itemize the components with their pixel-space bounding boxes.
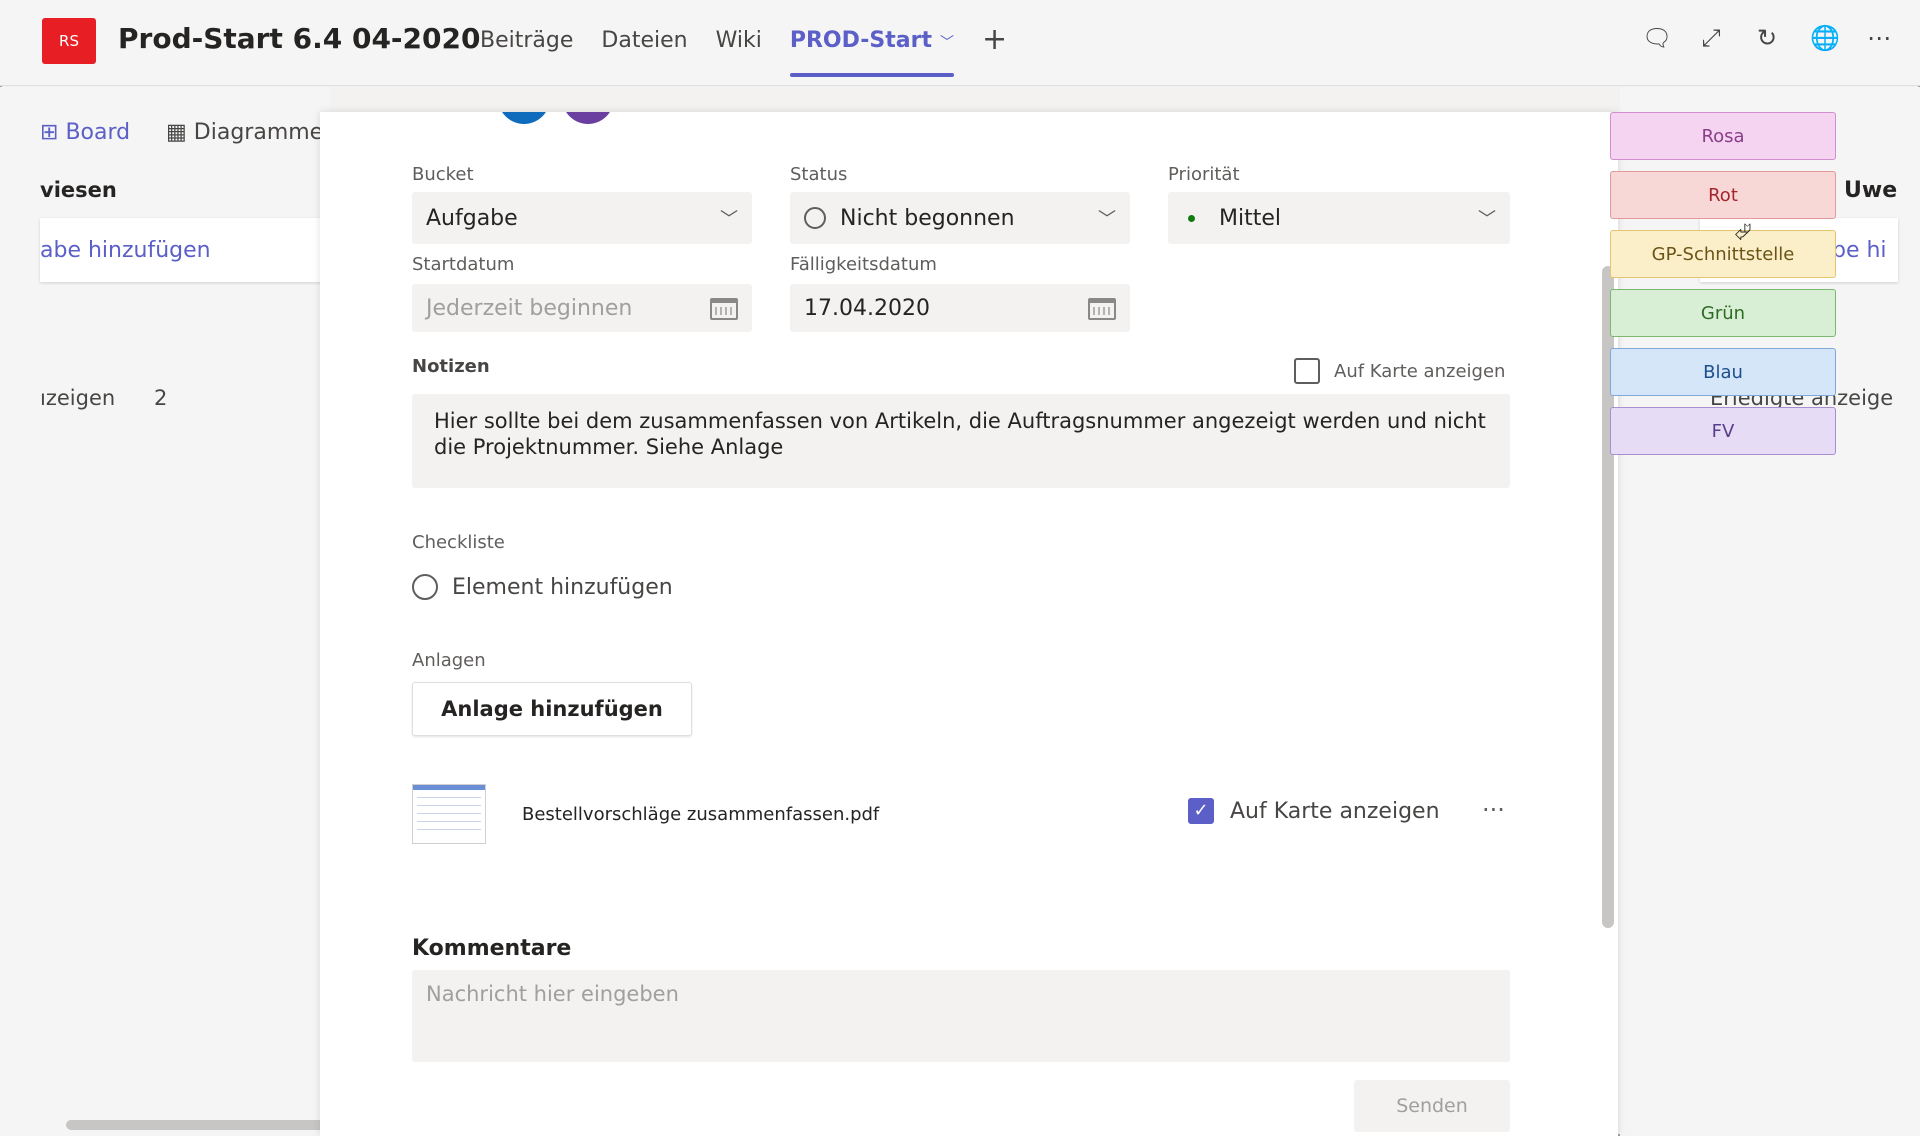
chart-icon: ▦ [166, 120, 187, 145]
attachments-label: Anlagen [412, 650, 486, 671]
attachment-name[interactable]: Bestellvorschläge zusammenfassen.pdf [522, 804, 879, 825]
add-task-label: abe hinzufügen [40, 238, 211, 263]
expand-icon[interactable]: ⤢ [1698, 24, 1724, 52]
more-icon[interactable]: ⋯ [1866, 24, 1892, 52]
status-select[interactable]: Nicht begonnen ﹀ [790, 192, 1130, 244]
label-gruen-text: Grün [1700, 302, 1746, 324]
status-label: Status [790, 164, 848, 185]
board-icon: ⊞ [40, 120, 59, 145]
task-detail-panel: Bucket Aufgabe ﹀ Status Nicht begonnen ﹀… [320, 112, 1618, 1136]
label-rosa-text: Rosa [1701, 125, 1745, 147]
status-circle-icon [804, 207, 826, 229]
start-date-label: Startdatum [412, 254, 515, 275]
diagram-view-label: Diagramme [193, 120, 324, 145]
attachment-thumbnail[interactable] [412, 784, 486, 844]
completed-count: 2 [154, 386, 168, 410]
priority-dot-icon [1188, 214, 1195, 222]
priority-select[interactable]: Mittel ﹀ [1168, 192, 1510, 244]
tab-dateien[interactable]: Dateien [601, 28, 687, 77]
horizontal-scrollbar[interactable] [66, 1120, 336, 1130]
refresh-icon[interactable]: ↻ [1754, 24, 1780, 52]
bucket-label: Bucket [412, 164, 474, 185]
attachment-show-on-card-label: Auf Karte anzeigen [1230, 798, 1440, 824]
label-rot[interactable]: Rot [1610, 171, 1836, 219]
channel-tabs: Beiträge Dateien Wiki PROD-Start ﹀ + [480, 22, 1007, 77]
add-task-card[interactable]: abe hinzufügen [40, 218, 340, 282]
label-rot-text: Rot [1708, 184, 1738, 206]
right-add-task-label: be hi [1832, 238, 1887, 263]
add-tab-button[interactable]: + [982, 22, 1007, 77]
comment-input[interactable]: Nachricht hier eingeben [412, 970, 1510, 1062]
tab-prod-start-label: PROD-Start [789, 28, 932, 53]
bucket-value: Aufgabe [426, 205, 518, 231]
checklist-add-item[interactable]: Element hinzufügen [412, 574, 673, 600]
calendar-icon[interactable] [1088, 298, 1116, 320]
send-button[interactable]: Senden [1354, 1080, 1510, 1132]
label-gruen[interactable]: Grün [1610, 289, 1836, 337]
top-bar: RS Prod-Start 6.4 04-2020 Beiträge Datei… [0, 0, 1920, 86]
notes-show-on-card[interactable]: Auf Karte anzeigen [1294, 358, 1505, 384]
attachment-show-on-card[interactable]: ✓ Auf Karte anzeigen [1188, 798, 1440, 824]
bucket-member-name: Uwe [1844, 178, 1898, 203]
avatar[interactable] [562, 112, 614, 124]
start-date-placeholder: Jederzeit beginnen [426, 295, 633, 321]
due-date-value: 17.04.2020 [804, 295, 930, 321]
board-view-label: Board [65, 120, 131, 145]
calendar-icon[interactable] [710, 298, 738, 320]
bucket-name: viesen [40, 178, 117, 202]
chat-icon[interactable]: 🗨 [1642, 24, 1672, 52]
tab-prod-start[interactable]: PROD-Start ﹀ [789, 28, 955, 77]
assignees [420, 112, 614, 124]
chevron-down-icon: ﹀ [1478, 209, 1496, 230]
header-actions: 🗨 ⤢ ↻ 🌐 ⋯ [1642, 24, 1892, 52]
diagram-view-button[interactable]: ▦ Diagramme [166, 120, 323, 145]
due-date-field[interactable]: 17.04.2020 [790, 284, 1130, 332]
mouse-cursor-icon: ⮰ [1734, 220, 1752, 245]
label-gp-schnittstelle[interactable]: GP-Schnittstelle [1610, 230, 1836, 278]
chevron-down-icon: ﹀ [1098, 209, 1116, 230]
checklist-label: Checkliste [412, 532, 505, 553]
team-title: Prod-Start 6.4 04-2020 [118, 22, 481, 55]
label-gp-schnittstelle-text: GP-Schnittstelle [1651, 243, 1795, 265]
show-completed-link[interactable]: ızeigen [40, 386, 115, 410]
label-rosa[interactable]: Rosa [1610, 112, 1836, 160]
attachment-more-icon[interactable]: ··· [1482, 796, 1505, 824]
checklist-circle-icon [412, 574, 438, 600]
bucket-select[interactable]: Aufgabe ﹀ [412, 192, 752, 244]
notes-textarea[interactable]: Hier sollte bei dem zusammenfassen von A… [412, 394, 1510, 488]
team-logo[interactable]: RS [42, 18, 96, 64]
avatar[interactable] [498, 112, 550, 124]
label-blau[interactable]: Blau [1610, 348, 1836, 396]
notes-show-on-card-checkbox[interactable] [1294, 358, 1320, 384]
label-blau-text: Blau [1703, 361, 1743, 383]
tab-wiki[interactable]: Wiki [716, 28, 762, 77]
status-value: Nicht begonnen [840, 205, 1015, 231]
chevron-down-icon[interactable]: ﹀ [940, 35, 954, 51]
add-attachment-button[interactable]: Anlage hinzufügen [412, 682, 692, 736]
globe-icon[interactable]: 🌐 [1810, 24, 1840, 52]
priority-value: Mittel [1219, 205, 1281, 231]
label-fv[interactable]: FV [1610, 407, 1836, 455]
label-picker: Rosa Rot GP-Schnittstelle Grün Blau FV [1610, 112, 1836, 466]
priority-label: Priorität [1168, 164, 1240, 185]
notes-label: Notizen [412, 356, 490, 377]
start-date-field[interactable]: Jederzeit beginnen [412, 284, 752, 332]
checklist-add-label: Element hinzufügen [452, 574, 673, 600]
notes-show-on-card-label: Auf Karte anzeigen [1334, 360, 1506, 382]
chevron-down-icon: ﹀ [720, 209, 738, 230]
label-fv-text: FV [1711, 420, 1735, 442]
comments-label: Kommentare [412, 936, 572, 961]
tab-beitraege[interactable]: Beiträge [480, 28, 573, 77]
due-date-label: Fälligkeitsdatum [790, 254, 937, 275]
board-view-button[interactable]: ⊞ Board [40, 120, 130, 145]
attachment-show-on-card-checkbox[interactable]: ✓ [1188, 798, 1214, 824]
